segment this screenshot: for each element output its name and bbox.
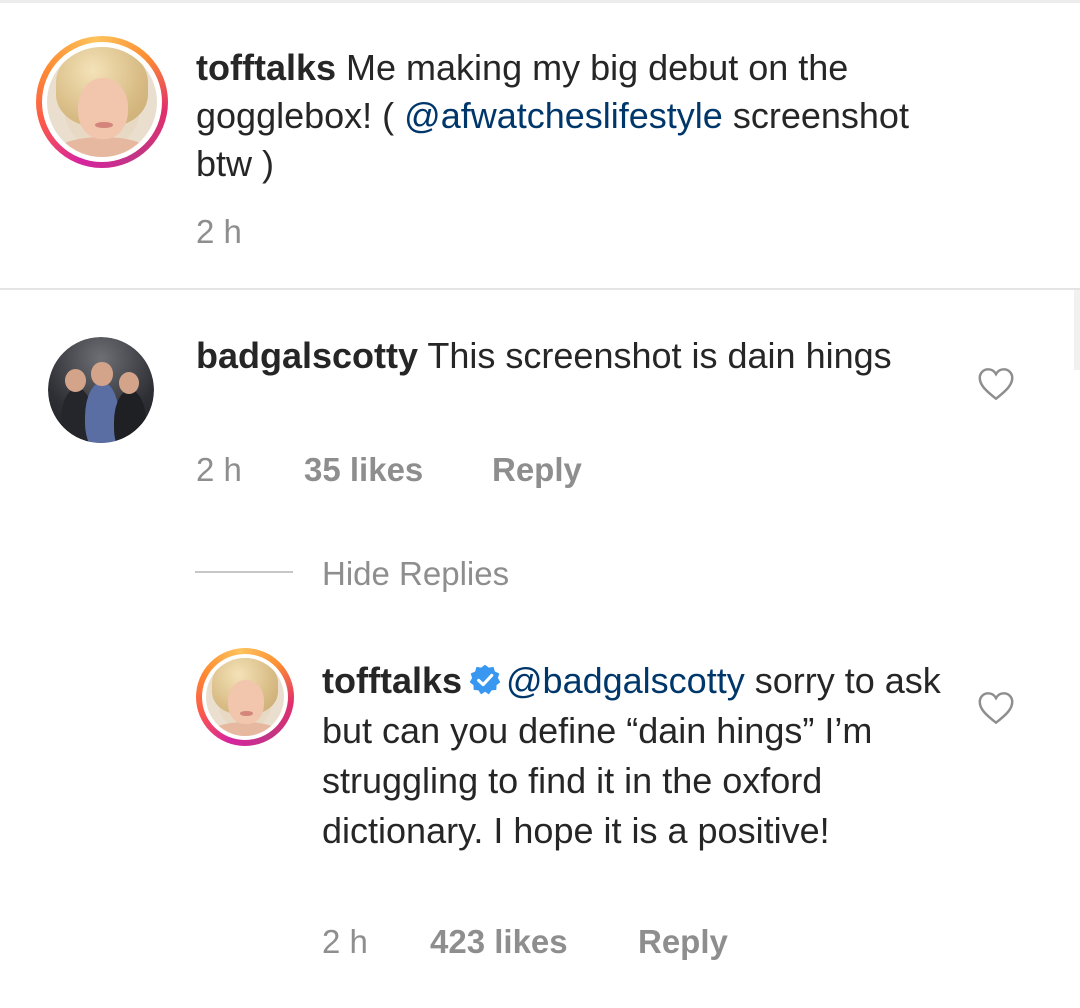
heart-outline-icon[interactable] <box>977 691 1015 725</box>
comment-avatar[interactable] <box>48 337 154 443</box>
avatar-photo <box>47 47 157 157</box>
caption-divider <box>0 288 1080 290</box>
comment-body: This screenshot is dain hings <box>427 335 892 376</box>
caption-mention-link[interactable]: @afwatcheslifestyle <box>404 95 723 136</box>
caption-username[interactable]: tofftalks <box>196 47 336 88</box>
avatar-photo <box>48 337 154 443</box>
caption-avatar[interactable] <box>36 36 168 168</box>
top-divider <box>0 0 1080 3</box>
scrollbar[interactable] <box>1074 290 1080 370</box>
caption-timestamp: 2 h <box>196 213 242 250</box>
reply-text: tofftalks @badgalscotty sorry to ask but… <box>322 656 942 856</box>
heart-outline-icon[interactable] <box>977 367 1015 401</box>
verified-badge-icon <box>469 664 501 695</box>
comment-text: badgalscotty This screenshot is dain hin… <box>196 332 916 380</box>
replies-divider <box>195 571 293 573</box>
comment-reply-button[interactable]: Reply <box>492 450 582 490</box>
hide-replies-button[interactable]: Hide Replies <box>322 554 509 594</box>
reply-reply-button[interactable]: Reply <box>638 922 728 962</box>
reply-avatar[interactable] <box>196 648 294 746</box>
comment-timestamp: 2 h <box>196 451 242 488</box>
reply-mention-link[interactable]: @badgalscotty <box>506 660 745 701</box>
caption-text: tofftalks Me making my big debut on the … <box>196 44 916 188</box>
reply-likes[interactable]: 423 likes <box>430 922 568 962</box>
comment-likes[interactable]: 35 likes <box>304 450 423 490</box>
comment-username[interactable]: badgalscotty <box>196 335 418 376</box>
reply-timestamp: 2 h <box>322 923 368 960</box>
reply-username[interactable]: tofftalks <box>322 660 462 701</box>
avatar-photo <box>206 658 284 736</box>
